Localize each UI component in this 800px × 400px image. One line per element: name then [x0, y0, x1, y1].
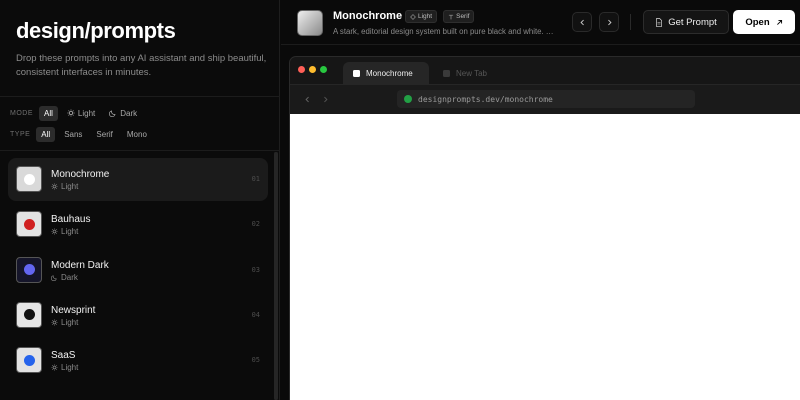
external-link-icon	[776, 19, 782, 25]
tab-favicon-icon	[443, 69, 450, 77]
brand-tagline: Drop these prompts into any AI assistant…	[16, 53, 267, 78]
preview-header: Monochrome Light Serif A stark, editoria…	[281, 0, 800, 45]
prompt-thumbnail	[16, 211, 42, 238]
prompt-title: Newsprint	[51, 304, 96, 316]
prompt-number: 02	[251, 220, 260, 229]
sun-icon	[410, 13, 416, 20]
sun-icon	[67, 109, 75, 117]
selected-prompt-description: A stark, editorial design system built o…	[333, 27, 554, 36]
prompt-mode: Light	[51, 318, 78, 327]
color-dot	[23, 309, 35, 321]
sun-icon	[51, 183, 58, 190]
color-dot	[23, 173, 35, 185]
maximize-window-dot[interactable]	[320, 66, 327, 73]
mode-filter-label: MODE	[10, 109, 33, 117]
tag-serif: Serif	[443, 10, 475, 23]
divider	[630, 14, 631, 30]
prompt-thumbnail	[16, 256, 42, 283]
prompt-list: Monochrome Light 01 Bauhaus Light 02 Mod…	[8, 158, 268, 384]
prompt-thumbnail	[16, 166, 42, 192]
tag-light: Light	[405, 10, 438, 23]
address-bar[interactable]: designprompts.dev/monochrome	[397, 90, 695, 108]
prompt-number: 03	[251, 265, 260, 274]
browser-toolbar: designprompts.dev/monochrome	[290, 84, 800, 114]
back-arrow-icon[interactable]	[304, 96, 311, 103]
get-prompt-button[interactable]: Get Prompt	[643, 10, 729, 34]
sun-icon	[51, 319, 58, 326]
next-button[interactable]	[599, 12, 619, 32]
color-dot	[23, 218, 35, 230]
prompt-thumbnail	[16, 301, 42, 328]
prompt-item-modern-dark[interactable]: Modern Dark Dark 03	[8, 249, 268, 292]
prompt-mode: Light	[51, 227, 78, 236]
selected-prompt-title: Monochrome	[333, 10, 403, 22]
prompt-mode: Light	[51, 182, 78, 191]
prompt-title: Bauhaus	[51, 214, 91, 226]
prompt-title: Monochrome	[51, 169, 110, 180]
forward-arrow-icon[interactable]	[322, 96, 329, 103]
previous-button[interactable]	[572, 12, 592, 32]
prompt-tags: Light Serif	[405, 10, 475, 23]
open-button[interactable]: Open	[733, 10, 795, 34]
sun-icon	[51, 228, 58, 235]
page-viewport[interactable]	[290, 114, 800, 400]
prompt-mode: Dark	[51, 273, 78, 282]
moon-icon	[51, 274, 57, 281]
chevron-right-icon	[607, 19, 612, 25]
type-option-all[interactable]: All	[36, 126, 56, 142]
color-dot	[23, 264, 35, 276]
prompt-item-newsprint[interactable]: Newsprint Light 04	[8, 294, 268, 337]
divider	[0, 150, 280, 151]
prompt-item-monochrome[interactable]: Monochrome Light 01	[8, 158, 268, 201]
chevron-left-icon	[579, 19, 584, 25]
type-option-serif[interactable]: Serif	[91, 127, 117, 142]
prompt-number: 04	[251, 310, 260, 319]
close-window-dot[interactable]	[298, 66, 305, 73]
browser-tab-active[interactable]: Monochrome	[343, 62, 429, 84]
text-icon	[449, 14, 454, 19]
divider	[0, 96, 280, 97]
type-filter-label: TYPE	[10, 130, 31, 138]
sidebar: design/prompts Drop these prompts into a…	[0, 0, 280, 400]
mode-filter: MODE All Light Dark	[10, 105, 142, 121]
prompt-item-saas[interactable]: SaaS Light 05	[8, 339, 268, 382]
prompt-title: Modern Dark	[51, 259, 109, 271]
scrollbar-thumb[interactable]	[274, 152, 278, 400]
type-filter: TYPE All Sans Serif Mono	[10, 126, 152, 142]
selected-prompt-thumbnail	[297, 10, 323, 36]
prompt-title: SaaS	[51, 350, 76, 362]
browser-preview: Monochrome New Tab designprompts.dev/mon…	[289, 56, 800, 400]
secure-indicator-icon	[404, 95, 412, 103]
sun-icon	[51, 364, 58, 371]
prompt-thumbnail	[16, 347, 42, 374]
moon-icon	[109, 110, 116, 117]
prompt-number: 05	[251, 356, 260, 365]
mode-option-dark[interactable]: Dark	[104, 106, 142, 121]
prompt-mode: Light	[51, 363, 78, 372]
url-text: designprompts.dev/monochrome	[418, 94, 553, 104]
type-option-mono[interactable]: Mono	[122, 127, 152, 142]
brand-title[interactable]: design/prompts	[16, 18, 176, 44]
prompt-item-bauhaus[interactable]: Bauhaus Light 02	[8, 203, 268, 246]
color-dot	[23, 354, 35, 366]
type-option-sans[interactable]: Sans	[59, 127, 87, 142]
minimize-window-dot[interactable]	[309, 66, 316, 73]
browser-tab-new[interactable]: New Tab	[433, 62, 497, 84]
tab-favicon-icon	[353, 69, 360, 77]
document-icon	[656, 17, 663, 27]
prompt-number: 01	[251, 175, 260, 183]
mode-option-light[interactable]: Light	[62, 106, 100, 121]
window-controls	[298, 66, 327, 73]
mode-option-all[interactable]: All	[39, 105, 58, 121]
